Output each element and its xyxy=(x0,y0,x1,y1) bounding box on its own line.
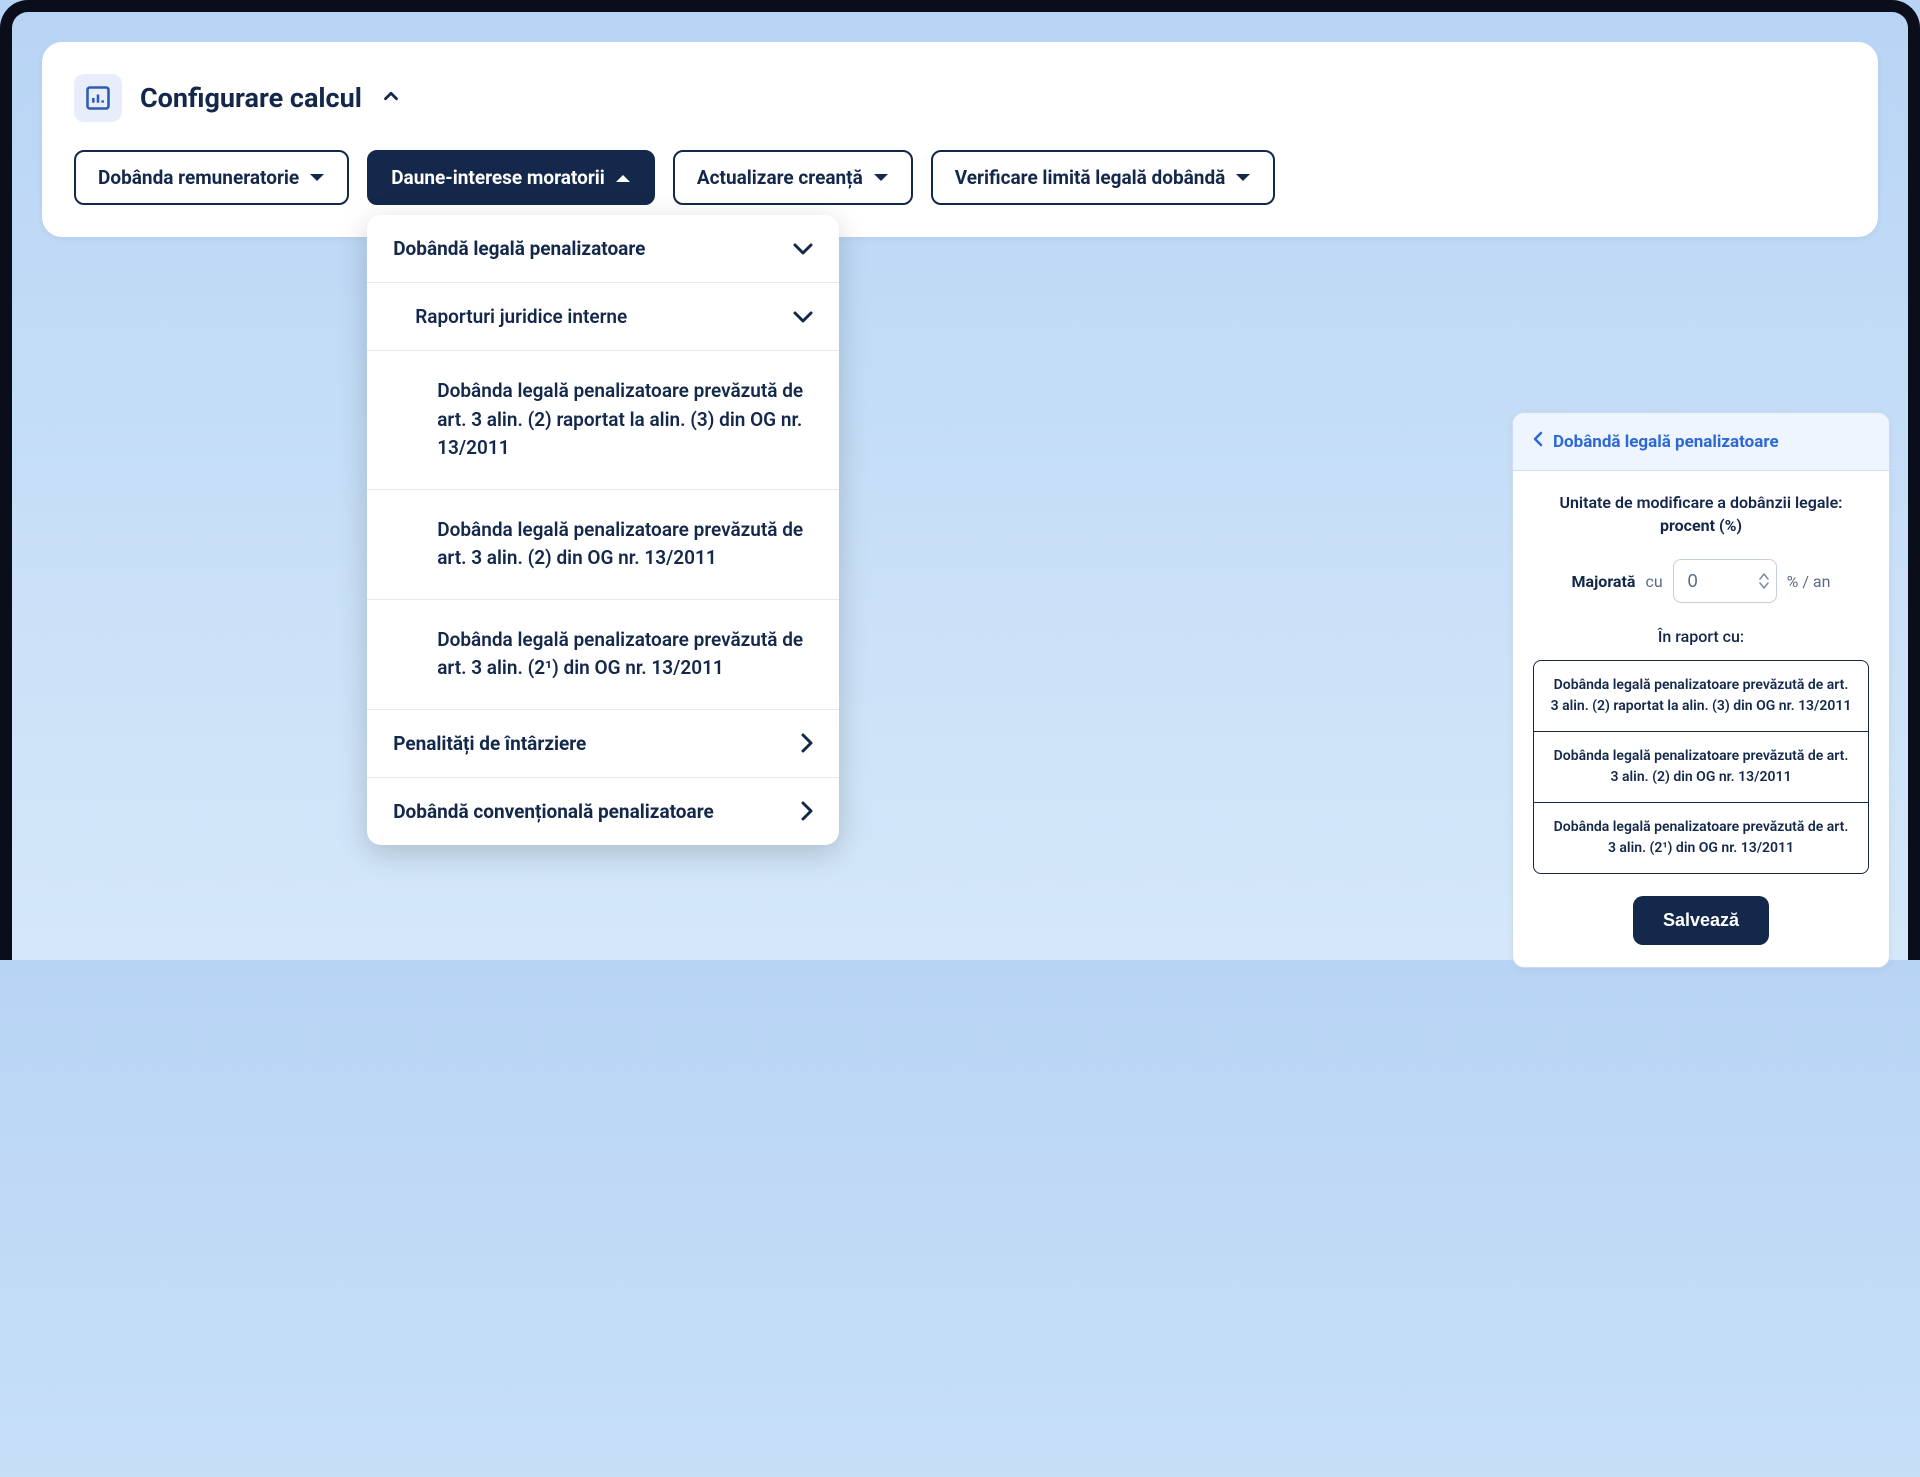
chevron-right-icon xyxy=(801,733,813,753)
panel-body: Unitate de modificare a dobânzii legale:… xyxy=(1513,471,1889,967)
dd-item-conventionala[interactable]: Dobândă convențională penalizatoare xyxy=(367,778,839,845)
input-row: Majorată cu % / an xyxy=(1533,559,1869,603)
save-button[interactable]: Salvează xyxy=(1633,896,1769,945)
dd-label: Dobânda legală penalizatoare prevăzută d… xyxy=(437,626,813,683)
dd-item-option-3[interactable]: Dobânda legală penalizatoare prevăzută d… xyxy=(367,600,839,710)
step-up-icon[interactable] xyxy=(1759,573,1769,580)
side-panel: Dobândă legală penalizatoare Unitate de … xyxy=(1512,412,1890,968)
dd-item-option-2[interactable]: Dobânda legală penalizatoare prevăzută d… xyxy=(367,490,839,600)
dropdown-menu: Dobândă legală penalizatoare Raporturi j… xyxy=(367,215,839,845)
card-header: Configurare calcul xyxy=(74,74,1846,122)
chip-actualizare[interactable]: Actualizare creanță xyxy=(673,150,913,205)
chip-verificare[interactable]: Verificare limită legală dobândă xyxy=(931,150,1276,205)
dd-label: Dobândă legală penalizatoare xyxy=(393,237,645,260)
cu-label: cu xyxy=(1645,572,1662,591)
stepper xyxy=(1759,573,1769,589)
collapse-toggle[interactable] xyxy=(380,85,402,111)
dd-label: Dobândă convențională penalizatoare xyxy=(393,800,714,823)
option-3[interactable]: Dobânda legală penalizatoare prevăzută d… xyxy=(1534,803,1868,873)
chip-daune-interese[interactable]: Daune-interese moratorii xyxy=(367,150,655,205)
unit-label: Unitate de modificare a dobânzii legale: xyxy=(1533,493,1869,512)
dd-item-option-1[interactable]: Dobânda legală penalizatoare prevăzută d… xyxy=(367,351,839,490)
chevron-left-icon xyxy=(1533,431,1543,452)
panel-back[interactable]: Dobândă legală penalizatoare xyxy=(1513,413,1889,471)
step-down-icon[interactable] xyxy=(1759,582,1769,589)
dd-label: Raporturi juridice interne xyxy=(415,305,627,328)
config-card: Configurare calcul Dobânda remuneratorie… xyxy=(42,42,1878,237)
option-list: Dobânda legală penalizatoare prevăzută d… xyxy=(1533,660,1869,874)
chevron-down-icon xyxy=(793,311,813,323)
chevron-right-icon xyxy=(801,801,813,821)
chip-label: Actualizare creanță xyxy=(697,166,863,189)
chip-row: Dobânda remuneratorie Daune-interese mor… xyxy=(74,150,1846,205)
panel-back-label: Dobândă legală penalizatoare xyxy=(1553,432,1779,452)
caret-down-icon xyxy=(309,173,325,183)
chart-icon xyxy=(74,74,122,122)
dd-item-penalitati[interactable]: Penalități de întârziere xyxy=(367,710,839,778)
unit-suffix: % / an xyxy=(1787,572,1831,591)
option-1[interactable]: Dobânda legală penalizatoare prevăzută d… xyxy=(1534,661,1868,732)
chip-label: Daune-interese moratorii xyxy=(391,166,605,189)
card-title: Configurare calcul xyxy=(140,82,362,114)
caret-down-icon xyxy=(873,173,889,183)
option-2[interactable]: Dobânda legală penalizatoare prevăzută d… xyxy=(1534,732,1868,803)
chip-label: Verificare limită legală dobândă xyxy=(955,166,1226,189)
dd-label: Dobânda legală penalizatoare prevăzută d… xyxy=(437,377,813,463)
caret-down-icon xyxy=(1235,173,1251,183)
dd-item-raporturi[interactable]: Raporturi juridice interne xyxy=(367,283,839,351)
chip-dobanda-remuneratorie[interactable]: Dobânda remuneratorie xyxy=(74,150,349,205)
raport-label: În raport cu: xyxy=(1533,627,1869,646)
unit-value: procent (%) xyxy=(1533,516,1869,535)
dd-label: Dobânda legală penalizatoare prevăzută d… xyxy=(437,516,813,573)
dd-item-dobanda-legala[interactable]: Dobândă legală penalizatoare xyxy=(367,215,839,283)
majorata-label: Majorată xyxy=(1572,572,1636,591)
caret-up-icon xyxy=(615,173,631,183)
chevron-down-icon xyxy=(793,243,813,255)
chip-label: Dobânda remuneratorie xyxy=(98,166,299,189)
dd-label: Penalități de întârziere xyxy=(393,732,586,755)
